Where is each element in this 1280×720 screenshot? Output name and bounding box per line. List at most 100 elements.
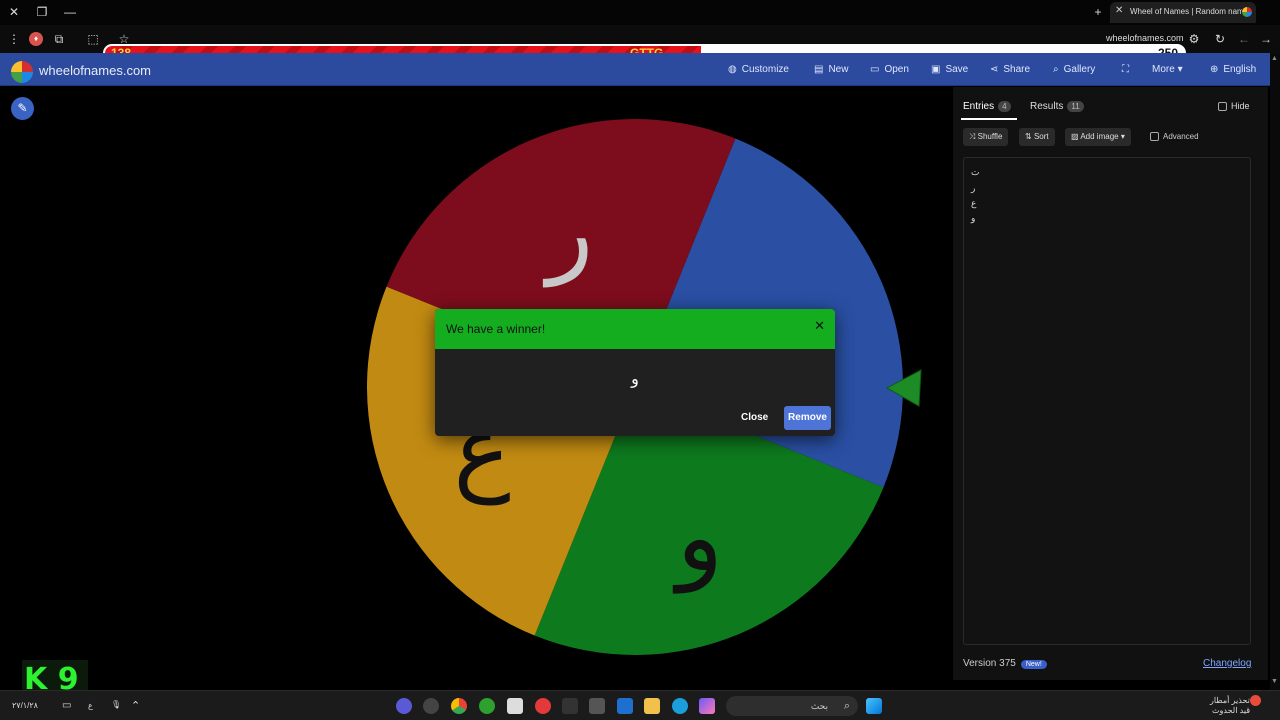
brand-name[interactable]: wheelofnames.com (39, 63, 151, 78)
winner-dialog-header: We have a winner! ✕ (435, 309, 835, 349)
globe-icon: ⊕ (1210, 64, 1219, 75)
language-button[interactable]: ⊕ English (1210, 64, 1256, 75)
winner-dialog: We have a winner! ✕ و Close Remove (435, 309, 835, 436)
browser-title-bar: ✕ ❐ — + ✕ Wheel of Names | Random nam (0, 0, 1280, 25)
winner-dialog-title: We have a winner! (446, 322, 546, 336)
tab-title: Wheel of Names | Random nam (1130, 7, 1242, 16)
os-taskbar: ٢٧/١/٢٨ ▭ ع 🎙 ⌃ بحث ⌕ تحذير أمطار قيد ال… (0, 690, 1280, 720)
discord-icon[interactable] (396, 698, 412, 714)
weather-alert-line-2[interactable]: قيد الحدوث (1212, 706, 1250, 715)
new-button[interactable]: ▤ New (814, 64, 848, 75)
browser-tab[interactable]: ✕ Wheel of Names | Random nam (1110, 2, 1256, 23)
changelog-link[interactable]: Changelog (1203, 658, 1251, 669)
extensions-puzzle-icon[interactable]: ⧉ (51, 31, 67, 47)
app-timer-icon[interactable] (423, 698, 439, 714)
entries-panel: Entries 4 Results 11 Hide ⤨ Shuffle ⇅ Sort… (953, 87, 1268, 680)
weather-alert-icon[interactable] (1250, 695, 1261, 706)
tray-mic-icon[interactable]: 🎙 (111, 700, 121, 709)
customize-button[interactable]: ◍ Customize (728, 64, 789, 75)
tray-laptop-icon[interactable]: ▭ (62, 700, 71, 711)
pencil-icon: ✎ (17, 101, 28, 115)
hide-toggle[interactable]: Hide (1218, 101, 1250, 112)
xbox-icon[interactable] (479, 698, 495, 714)
chevron-down-icon: ▾ (1177, 64, 1183, 75)
search-icon: ⌕ (1053, 64, 1059, 75)
winner-name: و (631, 371, 639, 388)
site-settings-icon[interactable]: ⚙ (1186, 31, 1202, 47)
windows-start-icon[interactable] (866, 698, 882, 714)
remove-button[interactable]: Remove (784, 406, 831, 430)
channel-watermark-logo: K 9 (22, 660, 88, 697)
edit-pencil-button[interactable]: ✎ (11, 97, 34, 120)
page-scrollbar[interactable]: ▲ ▼ (1270, 53, 1280, 690)
app-cube-icon[interactable] (589, 698, 605, 714)
chevron-down-icon: ▾ (1120, 132, 1125, 141)
edge-icon[interactable] (672, 698, 688, 714)
reload-icon[interactable]: ↻ (1212, 31, 1228, 47)
new-badge: New! (1020, 660, 1047, 669)
add-image-button[interactable]: ▨ Add image ▾ (1065, 128, 1131, 146)
app-g-icon[interactable] (507, 698, 523, 714)
app-red-icon[interactable] (535, 698, 551, 714)
shuffle-icon: ⤨ (969, 132, 976, 141)
file-explorer-icon[interactable] (644, 698, 660, 714)
advanced-checkbox[interactable] (1150, 132, 1159, 142)
app-header: wheelofnames.com ◍ Customize ▤ New ▭ Open ▣… (0, 53, 1280, 86)
back-icon[interactable]: → (1258, 31, 1274, 47)
tab-entries[interactable]: Entries 4 (963, 101, 1011, 112)
share-button[interactable]: ⋖ Share (990, 64, 1030, 75)
fullscreen-icon: ⛶ (1122, 64, 1129, 75)
fullscreen-button[interactable]: ⛶ (1122, 64, 1134, 75)
version-label: Version 375 New! (963, 658, 1047, 669)
palette-icon: ◍ (728, 64, 737, 75)
scroll-up-icon[interactable]: ▲ (1271, 55, 1278, 62)
folder-icon: ▭ (870, 64, 880, 75)
chrome-icon[interactable] (451, 698, 467, 714)
extension-icon[interactable]: ♦ (29, 32, 43, 46)
close-button[interactable]: Close (741, 412, 768, 423)
tray-chevron-up-icon[interactable]: ⌃ (131, 699, 140, 712)
more-button[interactable]: More ▾ (1152, 64, 1183, 75)
wheel-segment-label: و (673, 481, 723, 594)
restore-window-icon[interactable]: ❐ (34, 4, 50, 20)
save-button[interactable]: ▣ Save (931, 64, 968, 75)
share-icon: ⋖ (990, 64, 999, 75)
close-icon[interactable]: ✕ (814, 318, 825, 334)
entry-line: ع (971, 198, 977, 208)
tab-close-icon[interactable]: ✕ (1115, 5, 1123, 16)
advanced-toggle[interactable]: Advanced (1150, 132, 1199, 142)
scroll-down-icon[interactable]: ▼ (1271, 678, 1278, 685)
taskbar-search-input[interactable]: بحث ⌕ (726, 696, 858, 716)
tray-language[interactable]: ع (88, 701, 93, 710)
close-window-icon[interactable]: ✕ (6, 4, 22, 20)
results-count-badge: 11 (1067, 101, 1084, 112)
entries-count-badge: 4 (998, 101, 1011, 112)
tray-clock: ٢٧/١/٢٨ (12, 701, 38, 710)
new-tab-icon[interactable]: + (1090, 4, 1106, 20)
tab-results[interactable]: Results 11 (1030, 101, 1084, 112)
active-tab-underline (961, 118, 1017, 120)
app-pen-icon[interactable] (562, 698, 578, 714)
minimize-window-icon[interactable]: — (62, 4, 78, 20)
image-icon: ▨ (1071, 132, 1079, 141)
entry-line: ر (971, 183, 976, 193)
file-icon: ▤ (814, 64, 824, 75)
wheel-segment-label: ر (543, 175, 593, 287)
entry-line: ت (971, 167, 980, 177)
outlook-icon[interactable] (617, 698, 633, 714)
tab-search-icon[interactable]: ⬚ (85, 31, 101, 47)
wheel-logo-icon[interactable] (11, 61, 33, 83)
gallery-button[interactable]: ⌕ Gallery (1053, 64, 1095, 75)
address-url[interactable]: wheelofnames.com (1106, 33, 1184, 43)
open-button[interactable]: ▭ Open (870, 64, 909, 75)
menu-dots-icon[interactable]: ⋮ (6, 31, 22, 47)
shuffle-button[interactable]: ⤨ Shuffle (963, 128, 1009, 146)
sort-icon: ⇅ (1025, 132, 1032, 141)
forward-icon[interactable]: ← (1236, 31, 1252, 47)
hide-checkbox[interactable] (1218, 102, 1227, 112)
copilot-icon[interactable] (699, 698, 715, 714)
weather-alert-line-1[interactable]: تحذير أمطار (1210, 696, 1250, 705)
save-icon: ▣ (931, 64, 941, 75)
entries-textarea[interactable]: ت ر ع و (963, 157, 1251, 645)
sort-button[interactable]: ⇅ Sort (1019, 128, 1055, 146)
